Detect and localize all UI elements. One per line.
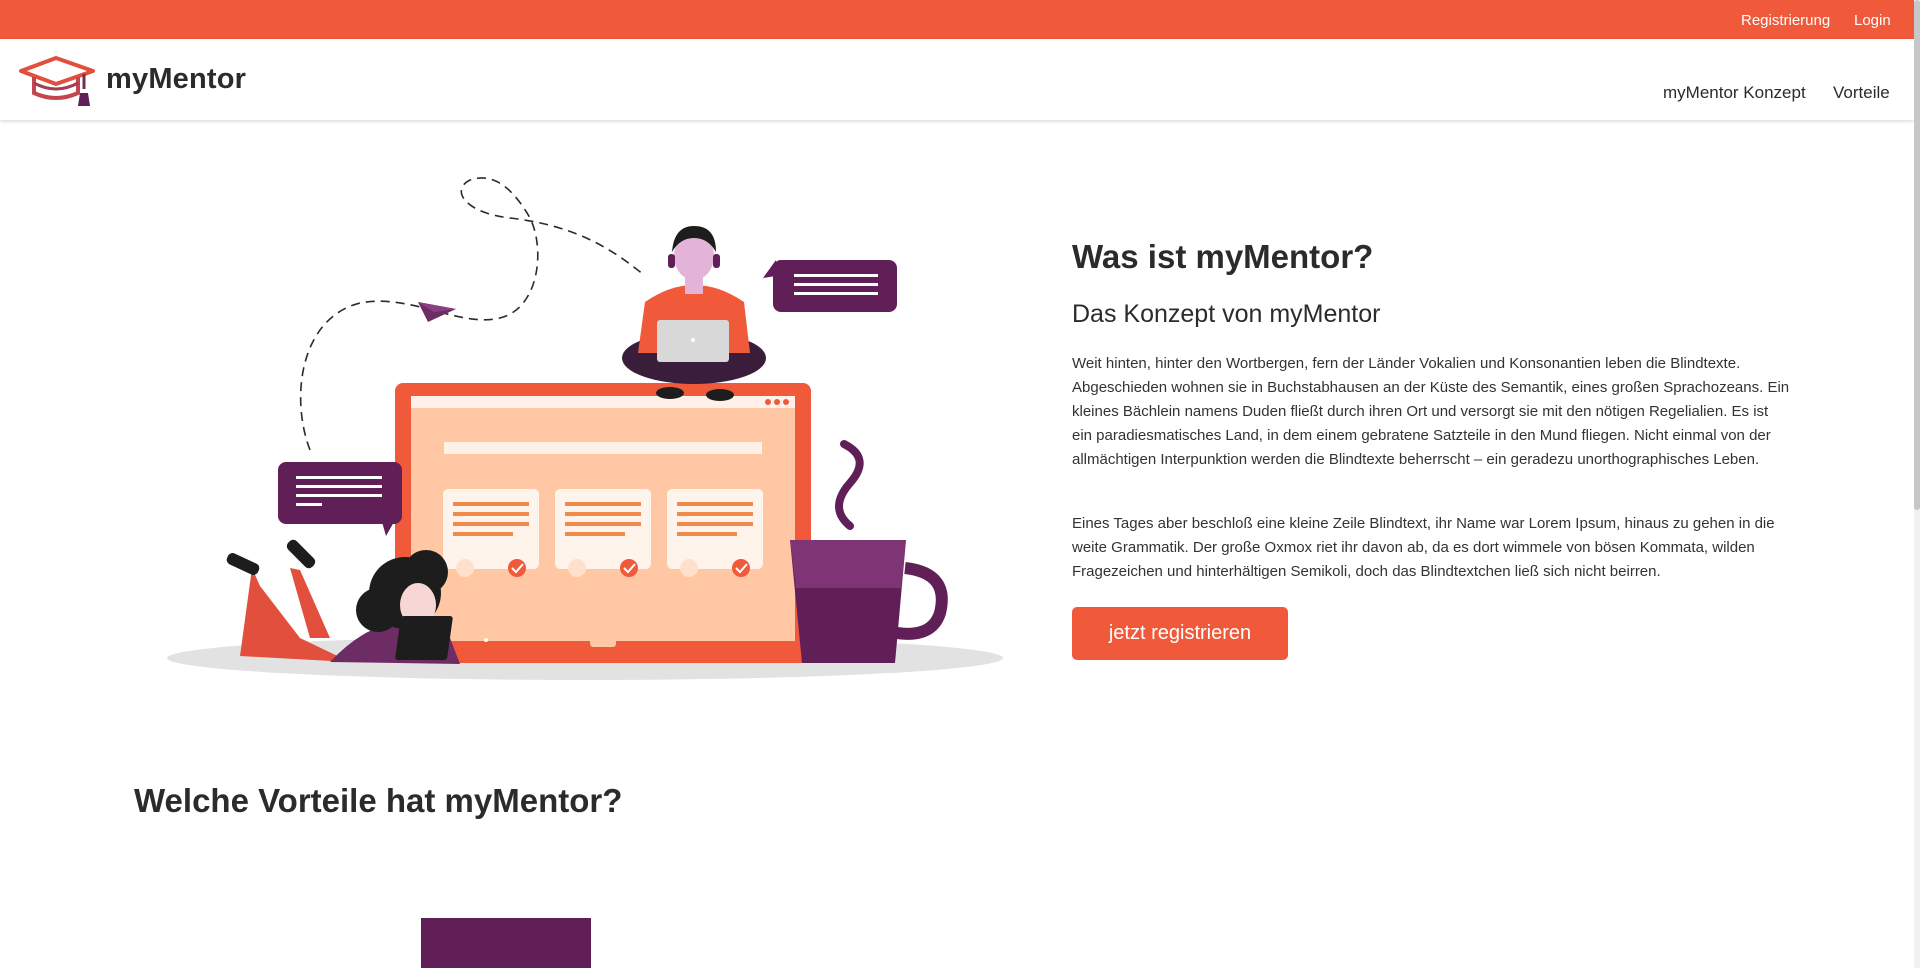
logo-text[interactable]: myMentor <box>106 63 246 96</box>
hero-title: Was ist myMentor? <box>1072 238 1374 275</box>
advantages-title: Welche Vorteile hat myMentor? <box>134 782 623 819</box>
top-bar: Registrierung Login <box>0 0 1914 39</box>
hero-illustration <box>167 177 1003 680</box>
hero-paragraph-1: Weit hinten, hinter den Wortbergen, fern… <box>1072 355 1790 468</box>
nav-item-vorteile[interactable]: Vorteile <box>1833 83 1890 103</box>
register-link[interactable]: Registrierung <box>1741 12 1830 29</box>
hero-subtitle: Das Konzept von myMentor <box>1072 300 1381 328</box>
scrollbar-thumb[interactable] <box>1914 0 1920 510</box>
graduation-cap-icon[interactable] <box>18 53 98 107</box>
login-link[interactable]: Login <box>1854 12 1891 29</box>
hero-paragraph-2: Eines Tages aber beschloß eine kleine Ze… <box>1072 515 1775 580</box>
register-button[interactable]: jetzt registrieren <box>1072 607 1288 660</box>
nav-item-konzept[interactable]: myMentor Konzept <box>1663 83 1806 103</box>
feature-image <box>421 918 591 968</box>
site-header: myMentor myMentor Konzept Vorteile <box>0 39 1914 120</box>
